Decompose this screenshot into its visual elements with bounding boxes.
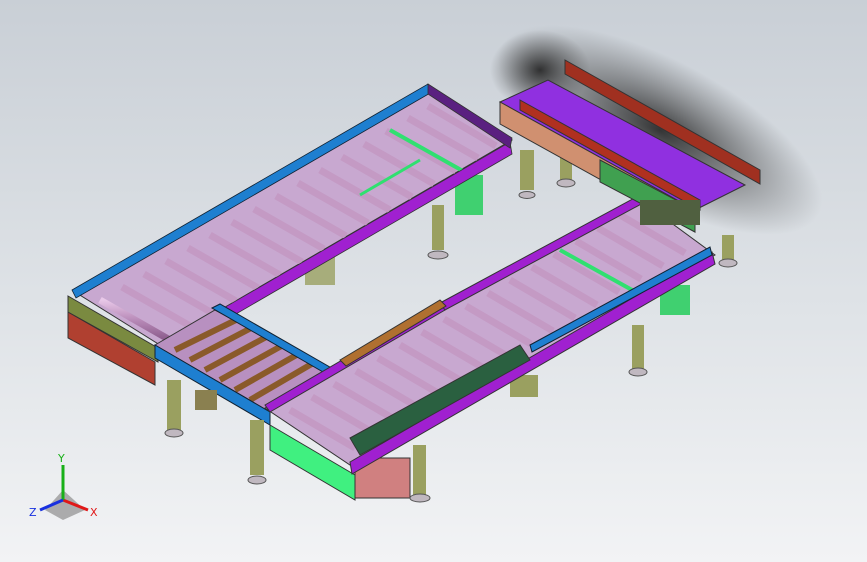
z-axis-label: Z <box>29 506 37 519</box>
x-axis-label: X <box>90 506 98 519</box>
cad-viewport[interactable]: X Y Z <box>0 0 867 562</box>
y-axis-label: Y <box>57 452 65 465</box>
coordinate-triad: X Y Z <box>29 452 98 520</box>
